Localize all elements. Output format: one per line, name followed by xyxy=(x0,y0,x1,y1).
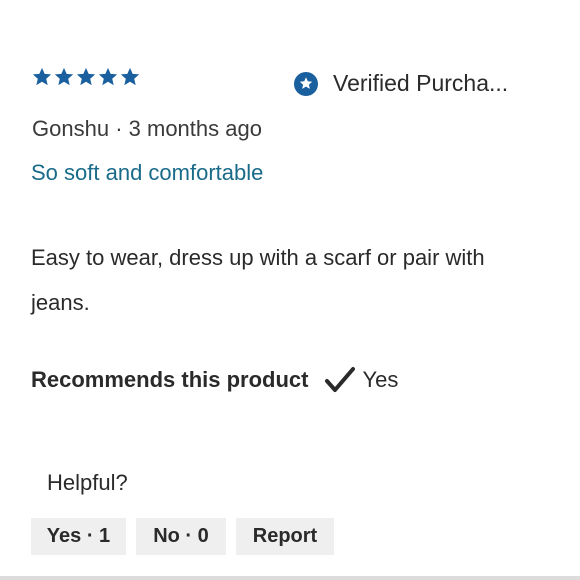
review-title: So soft and comfortable xyxy=(31,160,264,185)
recommends-row: Recommends this product Yes xyxy=(31,366,398,394)
helpful-label: Helpful? xyxy=(47,470,128,495)
divider xyxy=(0,576,580,580)
verified-purchase-badge: Verified Purcha... xyxy=(293,70,508,97)
reviewer-meta: Gonshu · 3 months ago xyxy=(32,116,262,142)
star-icon xyxy=(54,67,74,86)
helpful-vote-row: Yes · 1 No · 0 Report xyxy=(31,518,334,555)
star-icon xyxy=(98,67,118,86)
meta-separator: · xyxy=(115,116,123,141)
recommends-value: Yes xyxy=(362,367,399,392)
checkmark-icon xyxy=(325,367,356,392)
verified-badge-icon xyxy=(294,71,318,96)
star-icon xyxy=(76,67,96,86)
reviewer-name: Gonshu xyxy=(32,116,110,141)
verified-purchase-label: Verified Purcha... xyxy=(333,70,509,96)
star-icon xyxy=(32,67,52,86)
helpful-no-button[interactable]: No · 0 xyxy=(136,518,226,555)
star-icon xyxy=(120,67,140,86)
helpful-yes-button[interactable]: Yes · 1 xyxy=(31,518,126,555)
review-date: 3 months ago xyxy=(128,116,262,141)
report-button[interactable]: Report xyxy=(236,518,334,555)
recommends-label: Recommends this product xyxy=(31,367,309,392)
review-body: Easy to wear, dress up with a scarf or p… xyxy=(31,245,485,315)
star-rating xyxy=(31,66,141,88)
